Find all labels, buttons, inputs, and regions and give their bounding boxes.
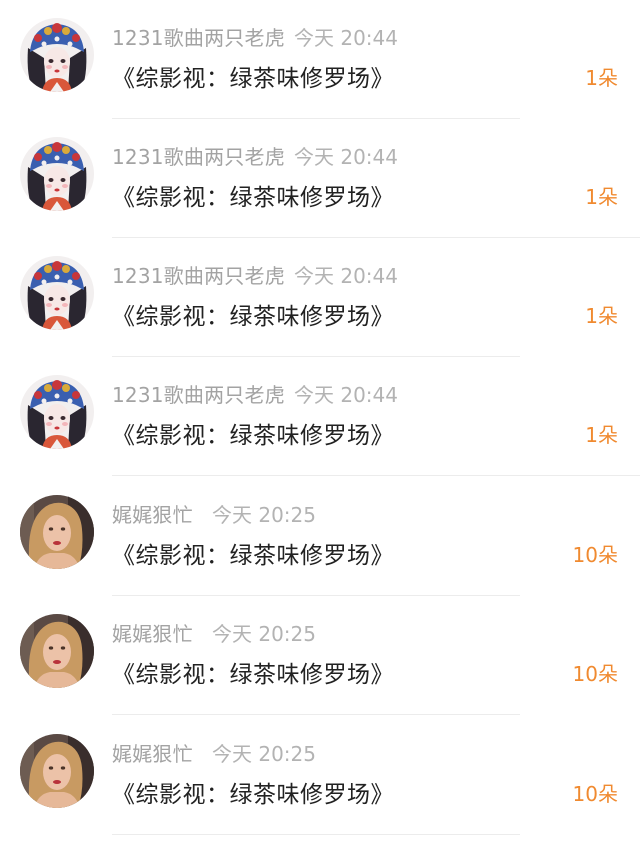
book-title[interactable]: 《综影视：绿茶味修罗场》 [112, 297, 394, 331]
avatar[interactable] [20, 256, 94, 330]
book-title[interactable]: 《综影视：绿茶味修罗场》 [112, 59, 394, 93]
book-title[interactable]: 《综影视：绿茶味修罗场》 [112, 655, 394, 689]
list-item[interactable]: 娓娓狠忙 今天 20:25 《综影视：绿茶味修罗场》 10朵 [0, 477, 640, 596]
avatar[interactable] [20, 734, 94, 808]
username[interactable]: 娓娓狠忙 [112, 499, 193, 528]
book-title[interactable]: 《综影视：绿茶味修罗场》 [112, 416, 394, 450]
avatar[interactable] [20, 137, 94, 211]
flower-count: 10朵 [572, 543, 618, 567]
avatar[interactable] [20, 18, 94, 92]
timestamp: 今天 20:25 [212, 742, 316, 766]
book-title[interactable]: 《综影视：绿茶味修罗场》 [112, 178, 394, 212]
divider [112, 834, 520, 835]
divider [112, 475, 640, 476]
username[interactable]: 1231歌曲两只老虎 [112, 379, 285, 408]
timestamp: 今天 20:25 [212, 622, 316, 646]
flower-count: 10朵 [572, 662, 618, 686]
list-item[interactable]: 1231歌曲两只老虎 今天 20:44 《综影视：绿茶味修罗场》 1朵 [0, 357, 640, 476]
divider [112, 714, 520, 715]
avatar[interactable] [20, 614, 94, 688]
list-item[interactable]: 1231歌曲两只老虎 今天 20:44 《综影视：绿茶味修罗场》 1朵 [0, 0, 640, 119]
book-title[interactable]: 《综影视：绿茶味修罗场》 [112, 536, 394, 570]
username[interactable]: 1231歌曲两只老虎 [112, 141, 285, 170]
message-list: 1231歌曲两只老虎 今天 20:44 《综影视：绿茶味修罗场》 1朵 1231… [0, 0, 640, 841]
flower-count: 1朵 [585, 66, 618, 90]
username[interactable]: 娓娓狠忙 [112, 738, 193, 767]
flower-count: 10朵 [572, 782, 618, 806]
list-item[interactable]: 娓娓狠忙 今天 20:25 《综影视：绿茶味修罗场》 10朵 [0, 716, 640, 835]
flower-count: 1朵 [585, 423, 618, 447]
book-title[interactable]: 《综影视：绿茶味修罗场》 [112, 775, 394, 809]
username[interactable]: 1231歌曲两只老虎 [112, 22, 285, 51]
list-item[interactable]: 娓娓狠忙 今天 20:25 《综影视：绿茶味修罗场》 10朵 [0, 596, 640, 715]
avatar[interactable] [20, 375, 94, 449]
username[interactable]: 娓娓狠忙 [112, 618, 193, 647]
list-item[interactable]: 1231歌曲两只老虎 今天 20:44 《综影视：绿茶味修罗场》 1朵 [0, 119, 640, 238]
timestamp: 今天 20:44 [294, 264, 398, 288]
flower-count: 1朵 [585, 304, 618, 328]
flower-count: 1朵 [585, 185, 618, 209]
avatar[interactable] [20, 495, 94, 569]
username[interactable]: 1231歌曲两只老虎 [112, 260, 285, 289]
timestamp: 今天 20:44 [294, 145, 398, 169]
list-item[interactable]: 1231歌曲两只老虎 今天 20:44 《综影视：绿茶味修罗场》 1朵 [0, 238, 640, 357]
timestamp: 今天 20:25 [212, 503, 316, 527]
timestamp: 今天 20:44 [294, 383, 398, 407]
timestamp: 今天 20:44 [294, 26, 398, 50]
